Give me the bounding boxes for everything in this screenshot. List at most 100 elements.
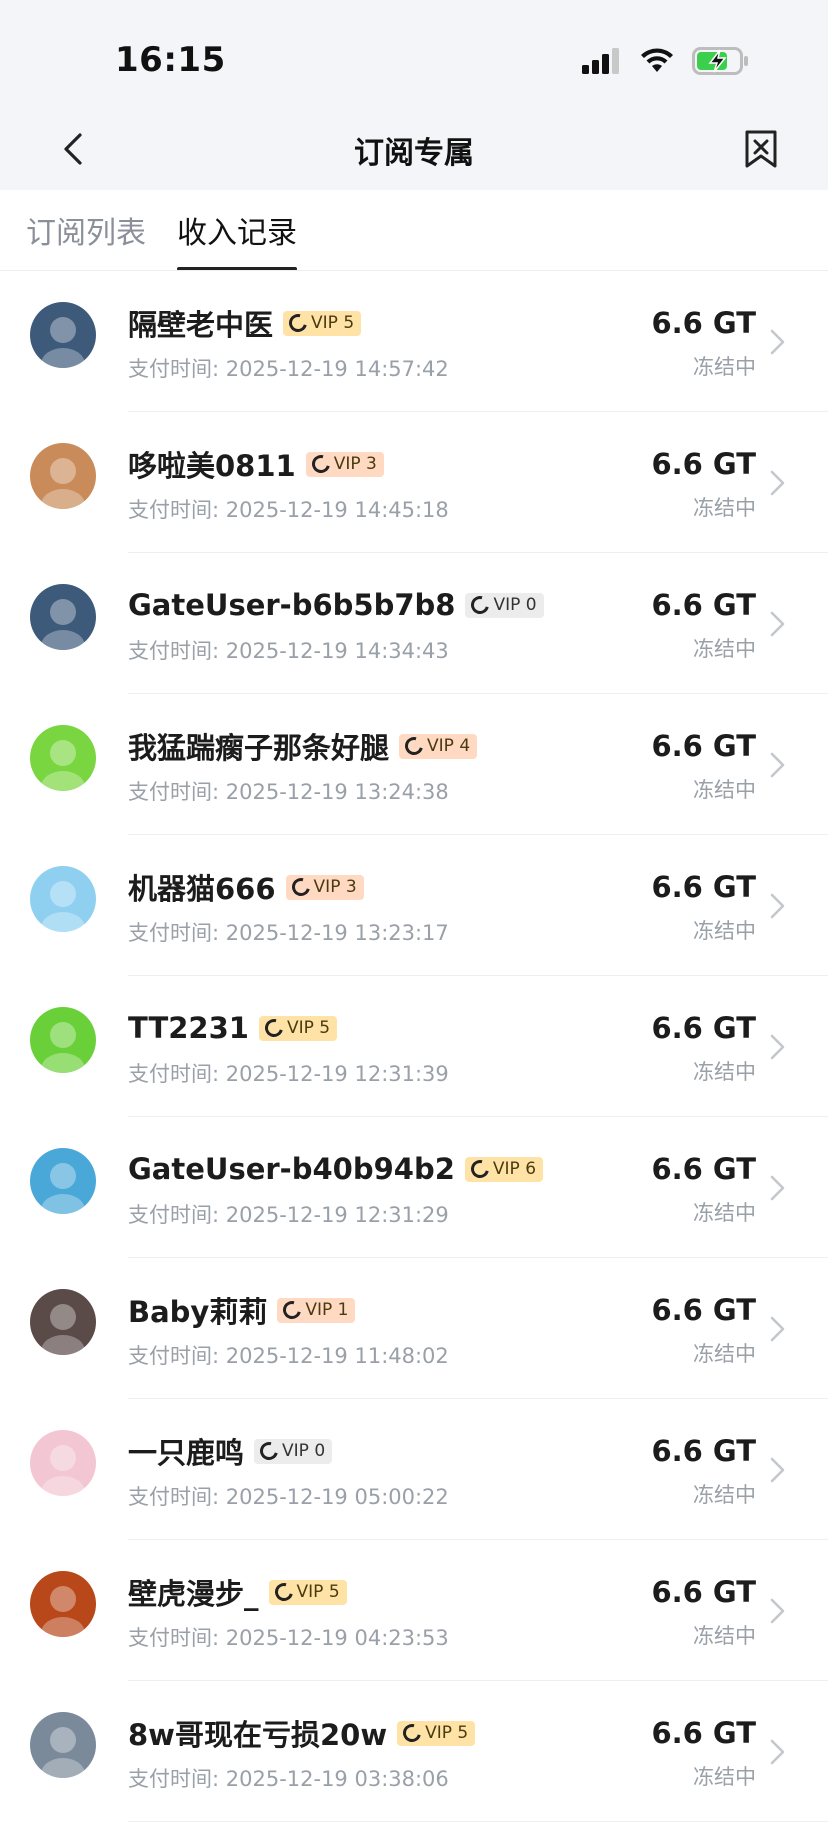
user-name: 壁虎漫步_ (128, 1577, 259, 1611)
amount: 6.6 GT (651, 1434, 756, 1468)
list-item[interactable]: 隔壁老中医 VIP 5 支付时间: 2025-12-19 14:57:42 6.… (0, 271, 828, 412)
avatar (30, 1148, 96, 1214)
vip-level: VIP 0 (282, 1441, 326, 1461)
chevron-right-icon (770, 893, 785, 919)
tab-income-records[interactable]: 收入记录 (177, 208, 297, 252)
avatar (30, 1430, 96, 1496)
status-text: 冻结中 (693, 1342, 756, 1366)
list-item[interactable]: TT2231 VIP 5 支付时间: 2025-12-19 12:31:39 6… (0, 976, 828, 1117)
vip-badge: VIP 5 (283, 310, 362, 336)
chevron-right-icon (770, 611, 785, 637)
payment-time: 支付时间: 2025-12-19 12:31:39 (128, 1062, 449, 1086)
avatar (30, 443, 96, 509)
avatar (30, 584, 96, 650)
user-name: 8w哥现在亏损20w (128, 1718, 388, 1752)
list-item[interactable]: 一只鹿鸣 VIP 0 支付时间: 2025-12-19 05:00:22 6.6… (0, 1399, 828, 1540)
status-text: 冻结中 (693, 1624, 756, 1648)
status-text: 冻结中 (693, 1060, 756, 1084)
vip-icon (401, 733, 427, 759)
wifi-icon (641, 48, 673, 72)
vip-icon (271, 1579, 296, 1605)
avatar (30, 866, 96, 932)
name-line: Baby莉莉 VIP 1 (128, 1290, 356, 1330)
chevron-right-icon (770, 1739, 785, 1765)
vip-badge: VIP 1 (277, 1297, 356, 1323)
status-text: 冻结中 (693, 496, 756, 520)
chevron-right-icon (770, 1457, 785, 1483)
payment-time: 支付时间: 2025-12-19 04:23:53 (128, 1626, 449, 1650)
status-text: 冻结中 (693, 1765, 756, 1789)
vip-badge: VIP 3 (305, 451, 384, 477)
page-title: 订阅专属 (354, 136, 474, 171)
vip-level: VIP 3 (313, 877, 357, 897)
vip-icon (468, 592, 493, 618)
list-item[interactable]: 壁虎漫步_ VIP 5 支付时间: 2025-12-19 04:23:53 6.… (0, 1540, 828, 1681)
tab-subscription-list[interactable]: 订阅列表 (26, 208, 146, 252)
user-name: GateUser-b40b94b2 (128, 1152, 455, 1186)
payment-time: 支付时间: 2025-12-19 14:34:43 (128, 639, 449, 663)
payment-time: 支付时间: 2025-12-19 05:00:22 (128, 1485, 449, 1509)
user-name: Baby莉莉 (128, 1295, 268, 1329)
avatar (30, 725, 96, 791)
vip-badge: VIP 5 (258, 1015, 338, 1041)
list-item[interactable]: GateUser-b40b94b2 VIP 6 支付时间: 2025-12-19… (0, 1117, 828, 1258)
name-line: 8w哥现在亏损20w VIP 5 (128, 1713, 476, 1753)
avatar (30, 1289, 96, 1355)
bookmark-button[interactable] (736, 122, 786, 176)
payment-time: 支付时间: 2025-12-19 14:57:42 (128, 357, 449, 381)
vip-badge: VIP 4 (399, 733, 478, 759)
chevron-right-icon (770, 1598, 785, 1624)
signal-icon (582, 48, 619, 74)
status-text: 冻结中 (693, 778, 756, 802)
amount: 6.6 GT (651, 729, 756, 763)
vip-level: VIP 1 (305, 1300, 349, 1320)
amount: 6.6 GT (651, 306, 756, 340)
avatar (30, 1007, 96, 1073)
chevron-right-icon (770, 470, 785, 496)
vip-badge: VIP 0 (254, 1438, 333, 1464)
name-line: GateUser-b40b94b2 VIP 6 (128, 1149, 544, 1189)
chevron-right-icon (770, 1034, 785, 1060)
amount: 6.6 GT (651, 1293, 756, 1327)
bookmark-icon (745, 130, 777, 168)
vip-level: VIP 6 (492, 1159, 537, 1179)
avatar (30, 1571, 96, 1637)
list-item[interactable]: 哆啦美0811 VIP 3 支付时间: 2025-12-19 14:45:18 … (0, 412, 828, 553)
list-item[interactable]: 机器猫666 VIP 3 支付时间: 2025-12-19 13:23:17 6… (0, 835, 828, 976)
payment-time: 支付时间: 2025-12-19 11:48:02 (128, 1344, 449, 1368)
payment-time: 支付时间: 2025-12-19 03:38:06 (128, 1767, 449, 1791)
user-name: TT2231 (128, 1011, 249, 1045)
vip-level: VIP 3 (333, 454, 377, 474)
status-text: 冻结中 (693, 355, 756, 379)
status-text: 冻结中 (693, 919, 756, 943)
status-text: 冻结中 (693, 637, 756, 661)
chevron-right-icon (770, 329, 785, 355)
list-item[interactable]: 8w哥现在亏损20w VIP 5 支付时间: 2025-12-19 03:38:… (0, 1681, 828, 1822)
vip-icon (467, 1156, 493, 1182)
user-name: 机器猫666 (128, 872, 276, 906)
amount: 6.6 GT (651, 1152, 756, 1186)
battery-charging-icon (692, 47, 748, 75)
vip-badge: VIP 5 (397, 1720, 476, 1746)
status-time: 16:15 (115, 40, 226, 80)
list-item[interactable]: GateUser-b6b5b7b8 VIP 0 支付时间: 2025-12-19… (0, 553, 828, 694)
vip-badge: VIP 0 (465, 592, 544, 618)
user-name: 隔壁老中医 (128, 308, 274, 342)
amount: 6.6 GT (651, 447, 756, 481)
vip-badge: VIP 6 (464, 1156, 544, 1182)
income-record-list: 隔壁老中医 VIP 5 支付时间: 2025-12-19 14:57:42 6.… (0, 271, 828, 1822)
name-line: 哆啦美0811 VIP 3 (128, 444, 384, 484)
nav-bar: 订阅专属 (0, 110, 828, 190)
status-text: 冻结中 (693, 1483, 756, 1507)
vip-icon (285, 310, 311, 336)
vip-icon (280, 1297, 305, 1323)
vip-icon (256, 1438, 282, 1464)
avatar (30, 1712, 96, 1778)
list-item[interactable]: 我猛踹瘸子那条好腿 VIP 4 支付时间: 2025-12-19 13:24:3… (0, 694, 828, 835)
chevron-right-icon (770, 752, 785, 778)
name-line: 一只鹿鸣 VIP 0 (128, 1431, 333, 1471)
list-item[interactable]: Baby莉莉 VIP 1 支付时间: 2025-12-19 11:48:02 6… (0, 1258, 828, 1399)
user-name: 一只鹿鸣 (128, 1436, 245, 1470)
vip-level: VIP 5 (425, 1723, 469, 1743)
vip-icon (308, 451, 334, 477)
